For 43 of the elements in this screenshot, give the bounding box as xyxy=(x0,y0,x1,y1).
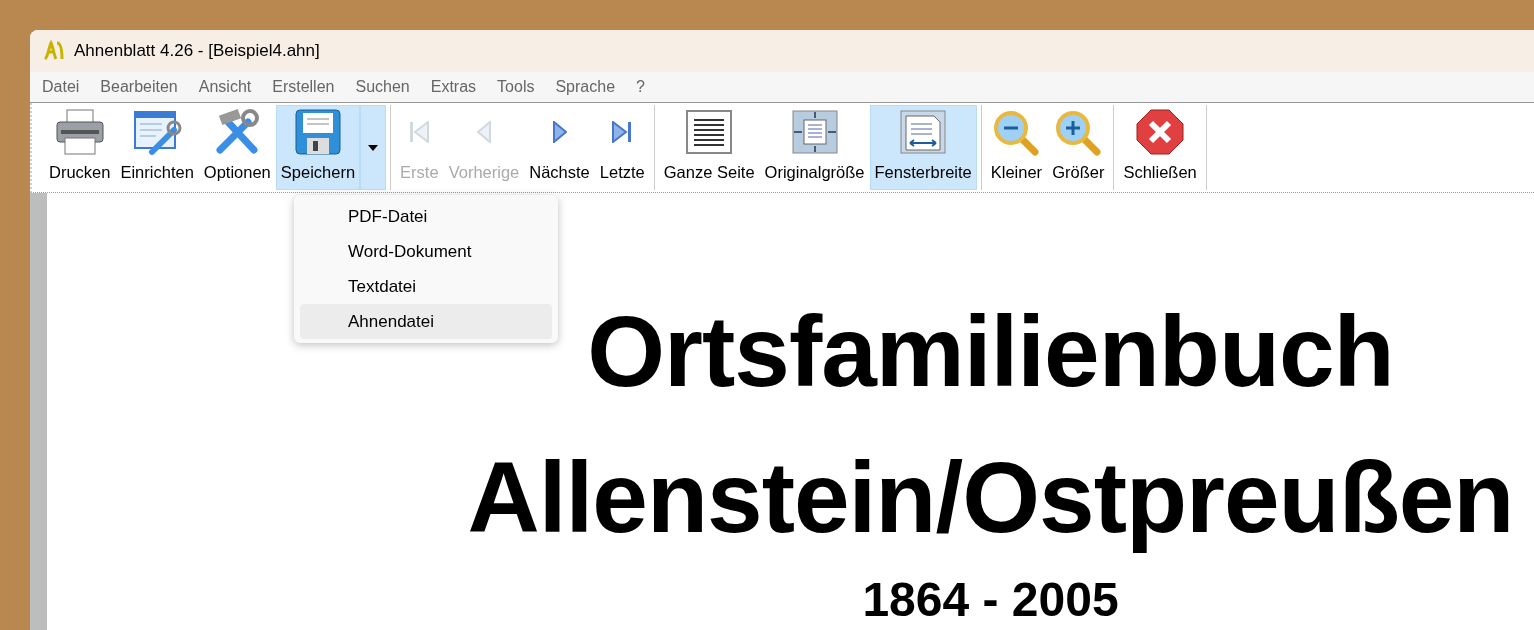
triangle-right-icon xyxy=(552,121,567,144)
document-title: Ortsfamilienbuch xyxy=(587,294,1394,409)
toolbar-button[interactable]: Einrichten xyxy=(115,105,199,190)
menu-option[interactable]: Ahnendatei xyxy=(300,304,552,339)
menu-item[interactable]: Tools xyxy=(497,75,535,99)
menu-item[interactable]: Bearbeiten xyxy=(100,75,178,99)
menu-option[interactable]: PDF-Datei xyxy=(300,199,552,234)
menu-item[interactable]: Extras xyxy=(430,75,477,99)
dropdown-arrow-button[interactable] xyxy=(360,105,387,190)
printer-icon xyxy=(54,108,105,157)
menu-item[interactable]: Suchen xyxy=(355,75,410,99)
settings-icon xyxy=(132,108,183,157)
toolbar-button[interactable]: Nächste xyxy=(524,105,595,190)
toolbar-button[interactable]: Größer xyxy=(1047,105,1110,190)
toolbar-button[interactable]: Letzte xyxy=(594,105,650,190)
toolbar-button[interactable]: Drucken xyxy=(44,105,116,190)
toolbar-button[interactable]: Fensterbreite xyxy=(869,105,977,190)
menu-item[interactable]: Ansicht xyxy=(198,75,252,99)
page-icon xyxy=(684,108,735,157)
toolbar-button[interactable]: Originalgröße xyxy=(759,105,870,190)
toolbar-button[interactable]: Kleiner xyxy=(985,105,1048,190)
toolbar-button[interactable]: Optionen xyxy=(198,105,276,190)
menu-item[interactable]: ? xyxy=(636,75,645,99)
caret-icon xyxy=(368,144,379,151)
skip-back-icon xyxy=(409,121,430,144)
toolbar-button[interactable]: Ganze Seite xyxy=(658,105,760,190)
window-title: Ahnenblatt 4.26 - [Beispiel4.ahn] xyxy=(74,40,320,63)
resize-icon xyxy=(789,108,840,157)
toolbar-button[interactable]: Schließen xyxy=(1118,105,1202,190)
menu-item[interactable]: Erstellen xyxy=(272,75,335,99)
menu-option[interactable]: Word-Dokument xyxy=(300,234,552,269)
document-years: 1864 - 2005 xyxy=(862,572,1119,628)
fit-width-icon xyxy=(898,108,949,157)
close-icon xyxy=(1135,108,1186,157)
menu-item[interactable]: Datei xyxy=(42,75,80,99)
menu-item[interactable]: Sprache xyxy=(555,75,616,99)
zoom-out-icon xyxy=(991,108,1042,157)
triangle-left-icon xyxy=(476,121,491,144)
menu-option[interactable]: Textdatei xyxy=(300,269,552,304)
document-title: Allenstein/Ostpreußen xyxy=(467,440,1514,555)
toolbar-button[interactable]: Speichern xyxy=(275,105,361,190)
zoom-in-icon xyxy=(1053,108,1104,157)
skip-forward-icon xyxy=(612,121,633,144)
